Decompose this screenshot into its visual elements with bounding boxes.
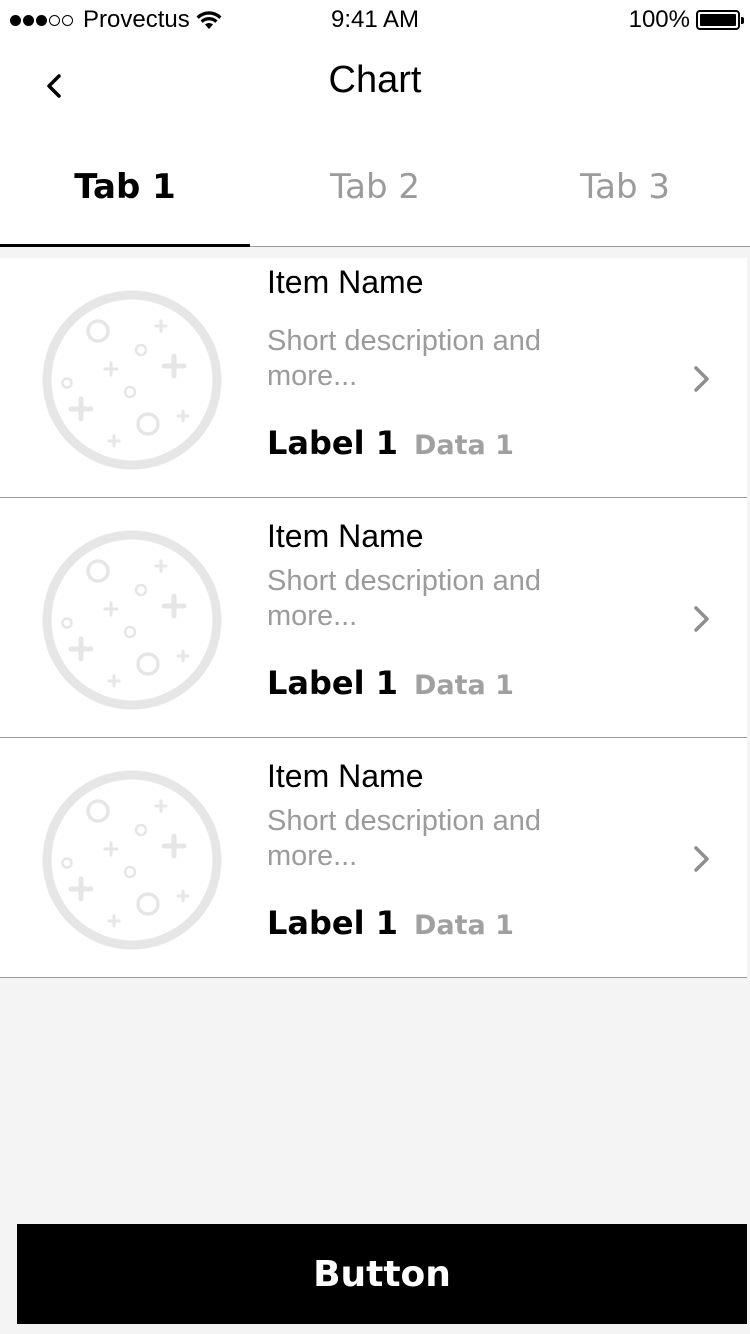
tab-3[interactable]: Tab 3 — [500, 130, 750, 246]
item-label: Label 1 — [267, 424, 398, 462]
item-description: Short description and more... — [267, 805, 542, 872]
status-right: 100% — [628, 6, 744, 34]
item-meta: Label 1 Data 1 — [267, 664, 514, 702]
nav-bar: Chart — [0, 40, 750, 130]
item-data: Data 1 — [413, 670, 514, 701]
item-name: Item Name — [267, 264, 424, 300]
item-list: Item Name Short description and more... … — [0, 258, 747, 978]
item-meta: Label 1 Data 1 — [267, 904, 514, 942]
list-item[interactable]: Item Name Short description and more... … — [0, 258, 747, 498]
item-description: Short description and more... — [267, 565, 542, 632]
item-meta: Label 1 Data 1 — [267, 424, 514, 462]
status-bar: Provectus 9:41 AM 100% — [0, 0, 750, 40]
page-title: Chart — [328, 59, 422, 101]
item-data: Data 1 — [413, 430, 514, 461]
item-name: Item Name — [267, 518, 424, 554]
item-data: Data 1 — [413, 910, 514, 941]
list-item[interactable]: Item Name Short description and more... … — [0, 738, 747, 978]
battery-tip — [741, 17, 744, 24]
battery-fill — [700, 14, 736, 26]
item-label: Label 1 — [267, 904, 398, 942]
item-name: Item Name — [267, 758, 424, 794]
list-item[interactable]: Item Name Short description and more... … — [0, 498, 747, 738]
planet-placeholder-icon — [42, 290, 222, 470]
tab-2[interactable]: Tab 2 — [250, 130, 500, 246]
tab-bar: Tab 1 Tab 2 Tab 3 — [0, 130, 750, 247]
chevron-right-icon — [694, 606, 709, 632]
primary-button[interactable]: Button — [17, 1224, 747, 1324]
planet-placeholder-icon — [42, 770, 222, 950]
battery-percent: 100% — [628, 6, 690, 33]
planet-placeholder-icon — [42, 530, 222, 710]
battery-icon — [696, 10, 744, 30]
item-description: Short description and more... — [267, 325, 542, 392]
tab-1[interactable]: Tab 1 — [0, 130, 250, 247]
chevron-right-icon — [694, 846, 709, 872]
item-label: Label 1 — [267, 664, 398, 702]
chevron-right-icon — [694, 366, 709, 392]
